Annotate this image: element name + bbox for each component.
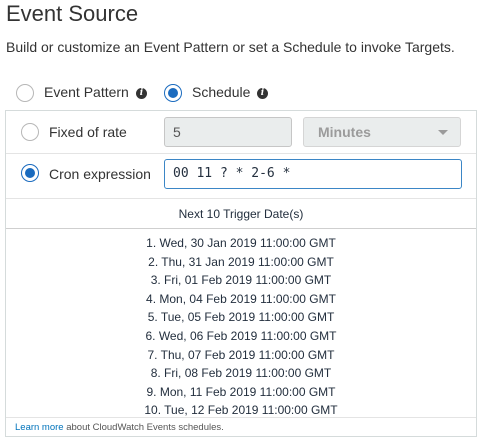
schedule-radio[interactable] [164, 84, 182, 102]
rate-unit-value: Minutes [318, 124, 371, 140]
schedule-label[interactable]: Schedule [192, 84, 250, 100]
cron-expression-radio[interactable] [21, 164, 39, 182]
info-icon[interactable]: i [257, 88, 268, 99]
list-item: 2. Thu, 31 Jan 2019 11:00:00 GMT [148, 254, 334, 269]
page-title: Event Source [6, 1, 139, 26]
rate-unit-select[interactable]: Minutes [303, 117, 461, 147]
cron-expression-input[interactable]: 00 11 ? * 2-6 * [164, 159, 462, 189]
footer-text: about CloudWatch Events schedules. [63, 422, 224, 433]
fixed-rate-radio[interactable] [21, 123, 39, 141]
list-item: 7. Thu, 07 Feb 2019 11:00:00 GMT [147, 347, 335, 362]
event-pattern-radio[interactable] [16, 84, 34, 102]
learn-more-link[interactable]: Learn more [15, 422, 64, 433]
panel-footer: Learn more about CloudWatch Events sched… [6, 417, 476, 437]
list-item: 9. Mon, 11 Feb 2019 11:00:00 GMT [146, 384, 336, 399]
list-item: 8. Fri, 08 Feb 2019 11:00:00 GMT [150, 366, 332, 381]
list-item: 5. Tue, 05 Feb 2019 11:00:00 GMT [147, 310, 335, 325]
list-item: 6. Wed, 06 Feb 2019 11:00:00 GMT [145, 328, 337, 343]
next-trigger-dates-header: Next 10 Trigger Date(s) [6, 198, 476, 229]
event-pattern-label[interactable]: Event Pattern [44, 84, 129, 100]
trigger-date-list: 1. Wed, 30 Jan 2019 11:00:00 GMT 2. Thu,… [6, 234, 476, 420]
cron-expression-label[interactable]: Cron expression [49, 166, 151, 182]
schedule-panel: Fixed of rate 5 Minutes Cron expression … [5, 110, 477, 437]
list-item: 1. Wed, 30 Jan 2019 11:00:00 GMT [146, 236, 336, 250]
info-icon[interactable]: i [136, 88, 147, 99]
fixed-rate-value-input[interactable]: 5 [164, 117, 292, 147]
fixed-rate-label[interactable]: Fixed of rate [49, 124, 127, 140]
list-item: 3. Fri, 01 Feb 2019 11:00:00 GMT [150, 273, 332, 288]
list-item: 4. Mon, 04 Feb 2019 11:00:00 GMT [146, 291, 336, 306]
caret-down-icon [438, 130, 448, 135]
row-divider [6, 153, 476, 154]
page-subtitle: Build or customize an Event Pattern or s… [6, 39, 455, 55]
